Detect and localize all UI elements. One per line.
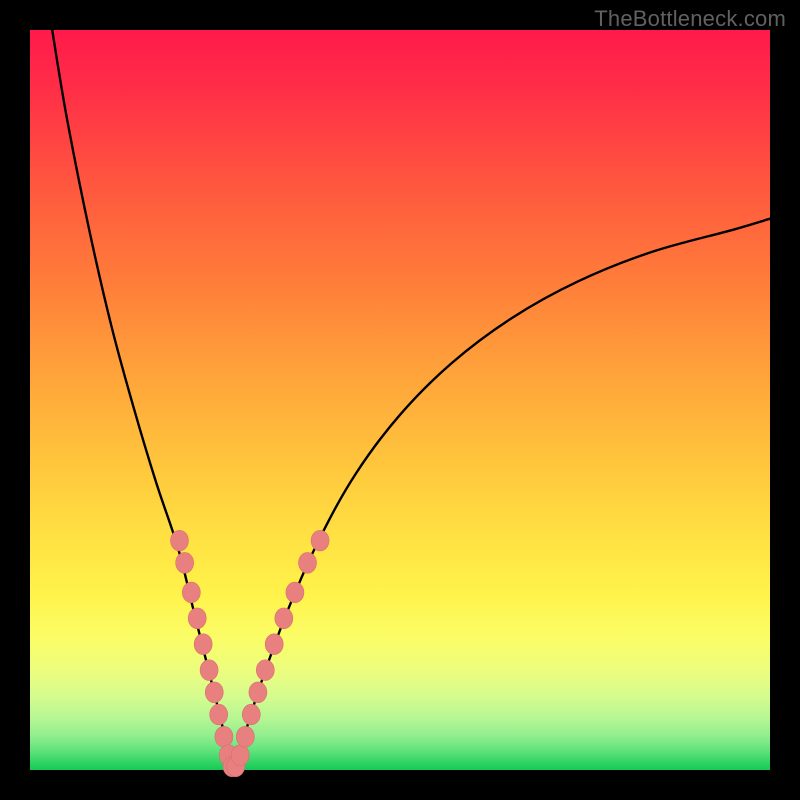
data-marker — [299, 552, 317, 573]
bottleneck-chart: TheBottleneck.com — [0, 0, 800, 800]
data-markers — [170, 530, 329, 776]
data-marker — [265, 634, 283, 655]
curve-left-branch — [52, 30, 233, 770]
data-marker — [231, 745, 249, 766]
plot-area — [30, 30, 770, 770]
data-marker — [275, 608, 293, 629]
data-marker — [205, 682, 223, 703]
data-marker — [249, 682, 267, 703]
curve-right-branch — [234, 219, 771, 770]
data-marker — [210, 704, 228, 725]
data-marker — [176, 552, 194, 573]
data-marker — [215, 726, 233, 747]
data-marker — [170, 530, 188, 551]
data-marker — [188, 608, 206, 629]
data-marker — [311, 530, 329, 551]
data-marker — [194, 634, 212, 655]
data-marker — [200, 660, 218, 681]
data-marker — [182, 582, 200, 603]
data-marker — [286, 582, 304, 603]
data-marker — [236, 726, 254, 747]
data-marker — [242, 704, 260, 725]
watermark-text: TheBottleneck.com — [594, 6, 786, 32]
curve-svg — [30, 30, 770, 770]
data-marker — [256, 660, 274, 681]
